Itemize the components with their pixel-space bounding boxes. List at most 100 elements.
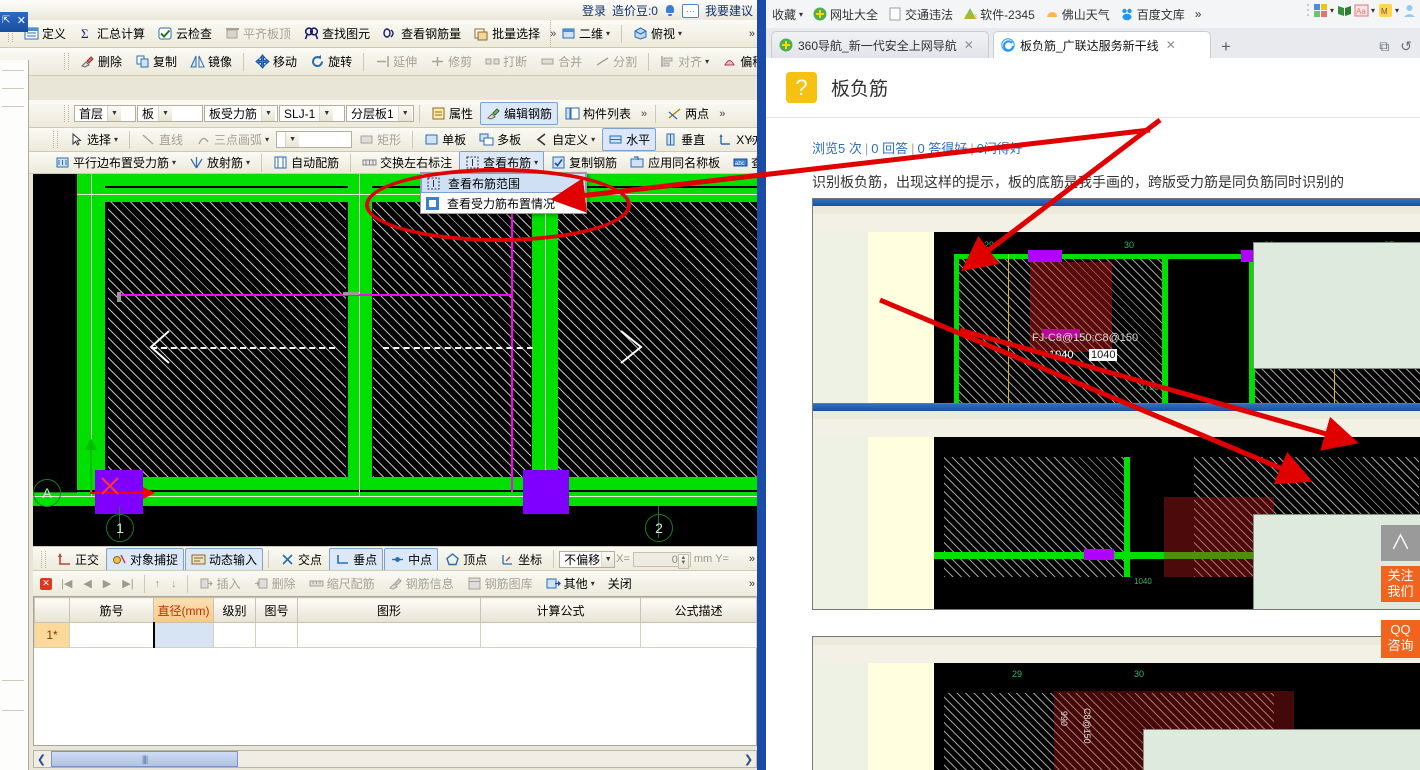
component-select[interactable]: SLJ-1 ▼	[279, 105, 345, 122]
horizontal-button[interactable]: 水平	[602, 128, 657, 151]
menu-item-view-rebar-layout[interactable]: 查看受力筋布置情况	[421, 193, 586, 213]
edit-offset-button[interactable]: 偏移	[716, 50, 757, 73]
refresh-icon[interactable]: ↺	[1400, 38, 1412, 55]
chevron-down-icon[interactable]: ▾	[591, 579, 595, 588]
cad-canvas[interactable]: A 1 2	[33, 174, 757, 546]
radial-rebar-button[interactable]: 放射筋 ▾	[183, 151, 256, 174]
bookmark-more[interactable]: »	[1191, 6, 1206, 22]
snap-intersection-toggle[interactable]: 交点	[274, 548, 328, 571]
parallel-edge-rebar-button[interactable]: 平行边布置受力筋 ▾	[49, 151, 182, 174]
table-row[interactable]: 1*	[34, 622, 757, 648]
notification-bell-icon[interactable]	[664, 4, 676, 17]
cell-formula-desc[interactable]	[640, 622, 757, 648]
column-header-diameter[interactable]: 直径(mm)	[153, 597, 214, 623]
two-point-overflow-chevron[interactable]: »	[716, 108, 728, 120]
edit-annotation-button[interactable]: abc 查改标注	[727, 151, 757, 174]
offset-mode-select[interactable]: 不偏移 ▼	[559, 550, 616, 568]
embedded-screenshot-1[interactable]: 29 30 36 37 FJ-C8@150;C8@150 1040 1040 3…	[812, 198, 1420, 405]
cell-shape[interactable]	[297, 622, 481, 648]
close-icon[interactable]: ✕	[17, 14, 26, 27]
chevron-down-icon[interactable]: ▾	[799, 10, 803, 19]
selector-overflow-chevron[interactable]: »	[638, 108, 650, 120]
bookmark-hao360[interactable]: 网址大全	[809, 5, 882, 24]
cell-diameter[interactable]	[152, 622, 214, 648]
toolbar-gripper[interactable]	[41, 550, 46, 568]
cell-grade[interactable]	[213, 622, 256, 648]
close-panel-button[interactable]: 关闭	[602, 572, 638, 595]
column-header-rebar-no[interactable]: 筋号	[69, 597, 154, 623]
snap-row-expand-chevron[interactable]: »	[749, 553, 755, 565]
edit-move-button[interactable]: 移动	[249, 50, 303, 73]
font-size-icon[interactable]: Aa	[1354, 3, 1369, 17]
cell-formula[interactable]	[480, 622, 641, 648]
toolbar-cloud-check-button[interactable]: 云检查	[152, 22, 218, 45]
menu-item-view-range[interactable]: 查看布筋范围	[421, 173, 586, 193]
t ab-glodon[interactable]: 板负筋_广联达服务新干线 ✕	[993, 31, 1211, 58]
custom-slab-button[interactable]: 自定义 ▾	[528, 128, 601, 151]
rebar-type-select[interactable]: 板受力筋 ▼	[204, 105, 278, 122]
two-point-button[interactable]: 两点	[661, 102, 715, 125]
bookmark-weather[interactable]: 佛山天气	[1041, 5, 1114, 24]
chevron-down-icon[interactable]: ▼	[601, 551, 615, 567]
chevron-down-icon[interactable]: ▼	[107, 106, 122, 121]
edit-mirror-button[interactable]: 镜像	[184, 50, 238, 73]
draw-row-expand-chevron[interactable]: »	[749, 134, 755, 146]
login-link[interactable]: 登录	[582, 2, 606, 19]
toolbar-find-element-button[interactable]: 查找图元	[298, 22, 376, 45]
scrollbar-thumb[interactable]: ||||	[51, 751, 238, 767]
bookmark-favorites[interactable]: 收藏 ▾	[768, 5, 807, 24]
single-slab-button[interactable]: 单板	[418, 128, 472, 151]
snap-vertex-toggle[interactable]: 顶点	[439, 548, 493, 571]
nav-last-button[interactable]: ▶|	[117, 577, 138, 590]
skin-icon[interactable]: M	[1378, 3, 1392, 17]
snap-ortho-toggle[interactable]: 正交	[51, 548, 105, 571]
embedded-screenshot-2[interactable]: 1040	[812, 403, 1420, 610]
other-button[interactable]: 其他 ▾	[540, 572, 601, 595]
toolbar-row1-expand-chevron[interactable]: »	[749, 28, 755, 40]
close-icon[interactable]: ✕	[964, 38, 974, 52]
bookmark-traffic[interactable]: 交通违法	[884, 5, 957, 24]
chevron-down-icon[interactable]: ▼	[158, 106, 173, 121]
chevron-down-icon[interactable]: ▼	[319, 106, 334, 121]
copy-rebar-button[interactable]: 复制钢筋	[545, 151, 623, 174]
chevron-down-icon[interactable]: ▾	[172, 158, 176, 167]
qq-consult-widget[interactable]: QQ 咨询	[1381, 620, 1420, 658]
toolbar-gripper[interactable]	[53, 131, 58, 148]
nav-prev-button[interactable]: ◀	[78, 577, 96, 590]
extensions-icon[interactable]	[1313, 3, 1327, 17]
x-spinner[interactable]: ▲ ▼	[677, 553, 689, 569]
suggest-box-icon[interactable]: …	[681, 3, 699, 18]
column-header-formula-desc[interactable]: 公式描述	[640, 597, 757, 623]
chevron-down-icon[interactable]: ▾	[1395, 6, 1399, 15]
edit-rebar-button[interactable]: 编辑钢筋	[480, 102, 559, 125]
edit-delete-button[interactable]: 删除	[74, 50, 128, 73]
toolbar-gripper[interactable]	[64, 53, 69, 70]
horizontal-scrollbar[interactable]: ❮ |||| ❯	[33, 750, 757, 768]
chevron-down-icon[interactable]: ▾	[534, 158, 538, 167]
account-icon[interactable]	[1402, 3, 1416, 17]
nav-down-button[interactable]: ↓	[166, 578, 182, 590]
row-header-cell[interactable]: 1*	[34, 622, 70, 648]
snap-coordinate-toggle[interactable]: 坐标	[494, 548, 548, 571]
cell-shape-no[interactable]	[255, 622, 298, 648]
rebar-grid[interactable]: 筋号 直径(mm) 级别 图号 图形 计算公式 公式描述 1*	[33, 596, 757, 746]
edit-row-expand-chevron[interactable]: »	[749, 578, 755, 590]
pin-icon[interactable]: ⇱	[2, 15, 10, 26]
chevron-down-icon[interactable]: ▾	[678, 29, 682, 38]
edit-copy-button[interactable]: 复制	[129, 50, 183, 73]
auto-rebar-button[interactable]: 自动配筋	[267, 151, 345, 174]
bookmark-soft2345[interactable]: 2345 软件-2345	[959, 5, 1039, 24]
toolbar-batch-select-button[interactable]: 批量选择	[468, 22, 546, 45]
column-header-blank[interactable]	[34, 597, 70, 623]
drag-handle-icon[interactable]	[1306, 3, 1310, 17]
embedded-screenshot-3[interactable]: 29 30 C8@150 990 650	[812, 636, 1420, 770]
follow-us-widget[interactable]: 关注 我们	[1381, 566, 1420, 602]
chevron-down-icon[interactable]: ▾	[114, 135, 118, 144]
chevron-down-icon[interactable]: ▼	[261, 106, 276, 121]
new-tab-button[interactable]: +	[1221, 37, 1231, 57]
close-icon[interactable]: ✕	[1166, 38, 1176, 52]
apply-same-name-button[interactable]: 应用同名称板	[624, 151, 726, 174]
snap-object-toggle[interactable]: 对象捕捉	[106, 547, 185, 571]
suggest-link[interactable]: 我要建议	[705, 2, 753, 19]
view-layout-button[interactable]: 查看布筋 ▾	[459, 151, 545, 174]
